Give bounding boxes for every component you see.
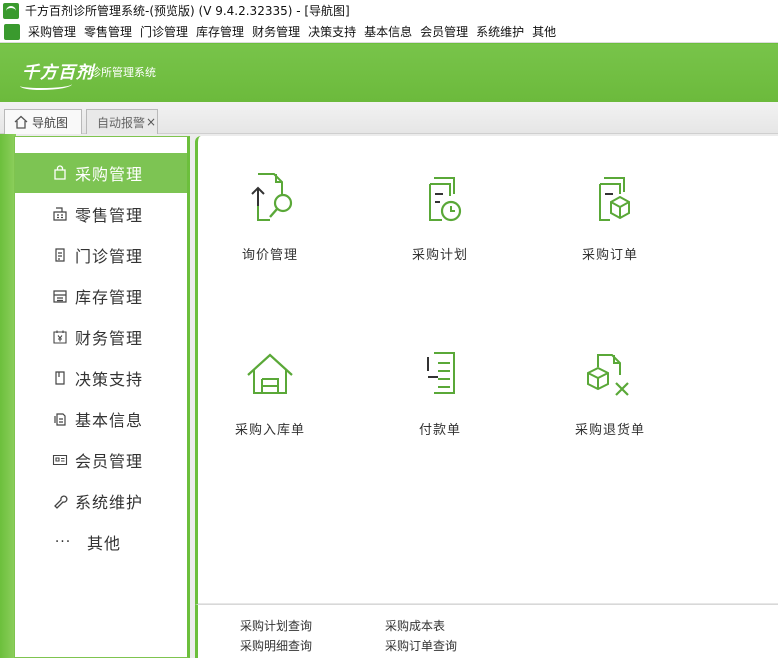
more-icon: ··· xyxy=(54,534,72,550)
main-panel: 询价管理 采购计划 采购订单 采购入库单 付款单 采购退货单 xyxy=(195,136,778,604)
quick-link-cost-report[interactable]: 采购成本表 xyxy=(385,617,445,634)
home-icon xyxy=(14,115,28,129)
tile-payment[interactable]: 付款单 xyxy=(385,345,495,455)
tile-inquiry[interactable]: 询价管理 xyxy=(215,170,325,280)
payment-list-icon xyxy=(427,352,455,394)
tile-purchase-entry[interactable]: 采购入库单 xyxy=(215,345,325,455)
cash-register-icon xyxy=(51,206,69,222)
menu-finance[interactable]: 财务管理 xyxy=(250,23,306,40)
tab-navigation[interactable]: 导航图 xyxy=(4,109,82,134)
tile-purchase-plan[interactable]: 采购计划 xyxy=(385,170,495,280)
sidebar-item-other[interactable]: ··· 其他 xyxy=(15,522,187,562)
calendar-yen-icon xyxy=(51,329,69,345)
warehouse-icon xyxy=(51,288,69,304)
tab-navigation-label: 导航图 xyxy=(32,115,69,130)
menu-decision[interactable]: 决策支持 xyxy=(306,23,362,40)
tile-label: 采购入库单 xyxy=(234,423,305,438)
close-icon[interactable]: × xyxy=(146,115,156,129)
tile-purchase-return[interactable]: 采购退货单 xyxy=(555,345,665,455)
window-title: 千方百剂诊所管理系统-(预览版) (V 9.4.2.32335) - [导航图] xyxy=(25,4,350,18)
sidebar-item-label: 门诊管理 xyxy=(75,247,144,266)
sidebar-item-decision[interactable]: 决策支持 xyxy=(15,358,187,398)
app-logo-icon xyxy=(3,2,19,19)
sidebar-item-label: 系统维护 xyxy=(75,493,144,512)
menu-retail[interactable]: 零售管理 xyxy=(82,23,138,40)
sidebar-item-system[interactable]: 系统维护 xyxy=(15,481,187,521)
sidebar-item-label: 采购管理 xyxy=(75,165,144,184)
sidebar-item-purchase[interactable]: 采购管理 xyxy=(15,153,187,193)
sidebar: 采购管理 零售管理 门诊管理 库存管理 财务管理 决策支持 基本信息 会员管理 … xyxy=(14,136,190,658)
sidebar-item-label: 库存管理 xyxy=(75,288,144,307)
sidebar-item-label: 决策支持 xyxy=(75,370,144,389)
warehouse-entry-icon xyxy=(247,353,293,394)
menu-system[interactable]: 系统维护 xyxy=(474,23,530,40)
inquiry-search-icon xyxy=(251,173,293,221)
bookmark-icon xyxy=(51,370,69,386)
tile-label: 询价管理 xyxy=(241,248,298,263)
tile-label: 采购计划 xyxy=(411,248,468,263)
quick-link-plan-query[interactable]: 采购计划查询 xyxy=(240,617,312,634)
tile-purchase-order[interactable]: 采购订单 xyxy=(555,170,665,280)
sidebar-item-member[interactable]: 会员管理 xyxy=(15,440,187,480)
menu-outpatient[interactable]: 门诊管理 xyxy=(138,23,194,40)
quick-links-panel: 采购计划查询 采购成本表 采购明细查询 采购订单查询 xyxy=(195,604,778,658)
sidebar-item-label: 零售管理 xyxy=(75,206,144,225)
tile-label: 采购退货单 xyxy=(574,423,645,438)
order-box-icon xyxy=(599,177,630,221)
sidebar-item-label: 财务管理 xyxy=(75,329,144,348)
sidebar-item-basic-info[interactable]: 基本信息 xyxy=(15,399,187,439)
menu-other[interactable]: 其他 xyxy=(530,23,562,40)
tile-label: 采购订单 xyxy=(581,248,638,263)
brand-subtitle: 诊所管理系统 xyxy=(90,66,156,79)
quick-link-detail-query[interactable]: 采购明细查询 xyxy=(240,637,312,654)
menu-member[interactable]: 会员管理 xyxy=(418,23,474,40)
sidebar-item-finance[interactable]: 财务管理 xyxy=(15,317,187,357)
sidebar-item-outpatient[interactable]: 门诊管理 xyxy=(15,235,187,275)
return-box-icon xyxy=(587,354,629,396)
tab-bar: 导航图 自动报警 × xyxy=(0,102,778,134)
id-card-icon xyxy=(51,452,69,468)
menu-purchase[interactable]: 采购管理 xyxy=(26,23,82,40)
wrench-icon xyxy=(51,493,69,509)
sidebar-item-inventory[interactable]: 库存管理 xyxy=(15,276,187,316)
logo-swoosh xyxy=(20,80,72,90)
sidebar-item-label: 其他 xyxy=(87,534,122,553)
tab-auto-alert-label: 自动报警 xyxy=(97,115,146,130)
title-bar: 千方百剂诊所管理系统-(预览版) (V 9.4.2.32335) - [导航图] xyxy=(0,0,778,21)
sidebar-item-retail[interactable]: 零售管理 xyxy=(15,194,187,234)
menu-basic-info[interactable]: 基本信息 xyxy=(362,23,418,40)
sidebar-item-label: 基本信息 xyxy=(75,411,144,430)
tab-auto-alert[interactable]: 自动报警 × xyxy=(86,109,158,134)
banner: 千方百剂 诊所管理系统 xyxy=(0,44,778,102)
menu-bar: 采购管理 零售管理 门诊管理 库存管理 财务管理 决策支持 基本信息 会员管理 … xyxy=(0,21,778,43)
quick-link-order-query[interactable]: 采购订单查询 xyxy=(385,637,457,654)
document-icon xyxy=(51,411,69,427)
bag-icon xyxy=(51,165,69,181)
sidebar-item-label: 会员管理 xyxy=(75,452,144,471)
clipboard-icon xyxy=(51,247,69,263)
menu-inventory[interactable]: 库存管理 xyxy=(194,23,250,40)
tile-label: 付款单 xyxy=(418,423,461,438)
menu-app-icon[interactable] xyxy=(4,23,20,40)
plan-clock-icon xyxy=(429,177,462,222)
